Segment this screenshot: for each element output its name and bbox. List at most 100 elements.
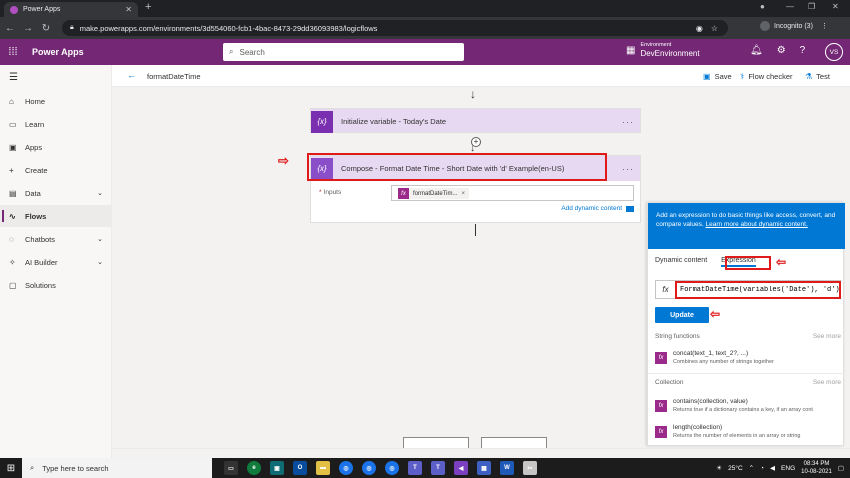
back-arrow-icon[interactable]: ← <box>127 70 136 80</box>
language-indicator[interactable]: ENG <box>781 465 795 472</box>
network-icon[interactable]: ◔ <box>760 465 764 472</box>
nav-item-chatbots[interactable]: ◌ Chatbots ⌄ <box>0 228 112 250</box>
environment-picker[interactable]: ▦ Environment DevEnvironment <box>626 42 700 59</box>
teams-chat-icon[interactable]: ▣ <box>270 461 284 475</box>
avatar[interactable]: VS <box>825 43 843 61</box>
test-label: Test <box>816 72 830 81</box>
back-icon[interactable]: ← <box>2 23 18 34</box>
task-view-icon[interactable]: ▭ <box>224 461 238 475</box>
url-field[interactable]: 🔒︎ make.powerapps.com/environments/3d554… <box>62 20 728 36</box>
environment-icon: ▦ <box>626 45 636 56</box>
chrome-icon[interactable]: ◎ <box>362 461 376 475</box>
chrome-icon[interactable]: ◎ <box>385 461 399 475</box>
chevron-down-icon[interactable]: ⌄ <box>97 189 103 197</box>
browser-menu-icon[interactable]: ● <box>760 2 765 11</box>
visual-studio-icon[interactable]: ◀ <box>454 461 468 475</box>
more-options-icon[interactable]: ⋮ <box>821 22 828 30</box>
chevron-down-icon[interactable]: ⌄ <box>97 258 103 266</box>
function-desc: Returns the number of elements in an arr… <box>673 433 801 439</box>
save-button[interactable]: ▣ Save <box>703 72 732 81</box>
function-desc: Combines any number of strings together <box>673 359 774 365</box>
lock-icon: 🔒︎ <box>70 24 74 31</box>
weather-temp[interactable]: 25°C <box>728 465 743 472</box>
function-item[interactable]: fx concat(text_1, text_2?, ...) Combines… <box>655 349 841 369</box>
nav-item-apps[interactable]: ▣ Apps <box>0 136 112 158</box>
search-input[interactable]: ⌕ Search <box>223 43 464 61</box>
help-icon[interactable]: ? <box>800 45 806 56</box>
function-item[interactable]: fx length(collection) Returns the number… <box>655 423 841 443</box>
volume-icon[interactable]: ◀ <box>770 464 775 472</box>
nav-item-data[interactable]: ▤ Data ⌄ <box>0 182 112 204</box>
app-icon[interactable]: ▦ <box>477 461 491 475</box>
incognito-eye-icon[interactable]: ◉ <box>696 24 703 33</box>
update-button[interactable]: Update <box>655 307 709 323</box>
nav-item-learn[interactable]: ▭ Learn <box>0 113 112 135</box>
add-dynamic-content-link[interactable]: Add dynamic content <box>561 205 634 212</box>
reload-icon[interactable]: ↻ <box>38 23 54 34</box>
more-dots-icon[interactable]: ··· <box>622 164 634 174</box>
function-item[interactable]: fx contains(collection, value) Returns t… <box>655 397 841 417</box>
more-dots-icon[interactable]: ··· <box>622 117 634 127</box>
flow-checker-button[interactable]: ⚕ Flow checker <box>740 72 793 81</box>
function-name: contains(collection, value) <box>673 398 748 405</box>
file-explorer-icon[interactable]: ▬ <box>316 461 330 475</box>
remove-token-icon[interactable]: × <box>461 191 465 197</box>
word-icon[interactable]: W <box>500 461 514 475</box>
teams-icon[interactable]: T <box>431 461 445 475</box>
nav-item-solutions[interactable]: ▢ Solutions <box>0 274 112 296</box>
minimize-icon[interactable]: — <box>786 2 794 11</box>
taskbar-clock[interactable]: 08:34 PM 10-08-2021 <box>801 460 832 476</box>
tray-chevron-icon[interactable]: ⌃ <box>749 464 754 472</box>
see-more-link[interactable]: See more <box>813 379 841 386</box>
maximize-icon[interactable]: ❐ <box>808 2 815 11</box>
highlight-box <box>307 153 607 181</box>
teams-icon[interactable]: T <box>408 461 422 475</box>
search-icon: ⌕ <box>30 463 35 472</box>
chrome-icon[interactable]: ◎ <box>339 461 353 475</box>
flow-checker-label: Flow checker <box>748 72 793 81</box>
bookmark-star-icon[interactable]: ☆ <box>711 24 718 33</box>
search-icon: ⌕ <box>229 47 234 56</box>
notification-bell-icon[interactable]: 🔔︎ <box>750 45 763 56</box>
nav-item-ai-builder[interactable]: ✧ AI Builder ⌄ <box>0 251 112 273</box>
test-button[interactable]: ⚗ Test <box>805 72 830 81</box>
nav-item-flows[interactable]: ∿ Flows <box>0 205 112 227</box>
chatbot-icon: ◌ <box>9 234 14 244</box>
nav-item-home[interactable]: ⌂ Home <box>0 90 112 112</box>
windows-start-icon[interactable]: ⊞ <box>0 463 22 474</box>
expression-token[interactable]: fx formatDateTim... × <box>398 188 469 199</box>
nav-item-label: Create <box>25 165 48 175</box>
incognito-profile[interactable]: Incognito (3) ⋮ <box>760 21 828 31</box>
snipping-tool-icon[interactable]: ✂ <box>523 461 537 475</box>
taskbar-apps: ▭ e ▣ O ▬ ◎ ◎ ◎ T T ◀ ▦ W ✂ <box>224 461 537 475</box>
forward-icon[interactable]: → <box>20 23 36 34</box>
settings-gear-icon[interactable]: ⚙ <box>777 45 786 56</box>
variable-icon: {x} <box>311 110 333 133</box>
close-window-icon[interactable]: ✕ <box>832 2 839 11</box>
see-more-link[interactable]: See more <box>813 333 841 340</box>
chevron-down-icon[interactable]: ⌄ <box>97 235 103 243</box>
step-initialize-variable[interactable]: {x} Initialize variable - Today's Date ·… <box>310 108 641 133</box>
nav-item-label: Flows <box>25 211 47 221</box>
nav-item-label: Home <box>25 96 46 106</box>
system-tray: ☀ 25°C ⌃ ◔ ◀ ENG 08:34 PM 10-08-2021 ▢ <box>716 460 844 476</box>
outlook-icon[interactable]: O <box>293 461 307 475</box>
browser-tab[interactable]: Power Apps ✕ <box>4 2 138 17</box>
waffle-icon[interactable]: ⁞⁞⁞ <box>0 46 26 58</box>
nav-item-create[interactable]: + Create <box>0 159 112 181</box>
weather-icon[interactable]: ☀ <box>716 464 722 472</box>
new-tab-icon[interactable]: + <box>145 1 151 13</box>
horizontal-scrollbar[interactable] <box>112 448 850 458</box>
notification-center-icon[interactable]: ▢ <box>838 464 844 472</box>
taskbar-search-input[interactable]: ⌕ Type here to search <box>22 458 212 478</box>
tab-dynamic-content[interactable]: Dynamic content <box>655 257 707 264</box>
app-title[interactable]: Power Apps <box>32 47 84 57</box>
close-tab-icon[interactable]: ✕ <box>125 5 132 14</box>
learn-more-link[interactable]: Learn more about dynamic content. <box>706 221 808 228</box>
incognito-icon <box>760 21 770 31</box>
edge-icon[interactable]: e <box>247 461 261 475</box>
save-label: Save <box>714 72 732 81</box>
add-dynamic-label: Add dynamic content <box>561 205 622 212</box>
inputs-field[interactable]: fx formatDateTim... × <box>391 185 634 201</box>
hamburger-menu-icon[interactable]: ☰ <box>9 72 18 83</box>
